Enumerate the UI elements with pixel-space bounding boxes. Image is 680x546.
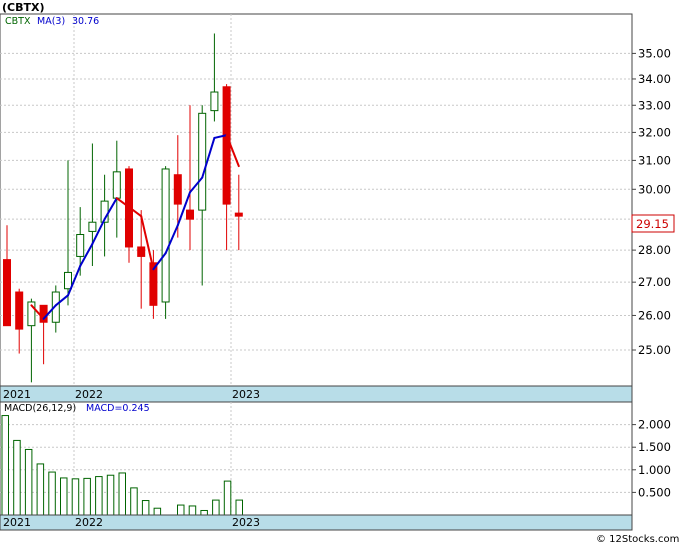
macd-y-tick-label: 2.000 <box>638 418 671 432</box>
macd-bar <box>200 509 208 516</box>
price-y-tick-label: 31.00 <box>638 153 671 167</box>
candle <box>161 166 170 319</box>
macd-bar <box>48 471 56 516</box>
legend-symbol: CBTX <box>5 16 31 27</box>
price-panel: 25.0026.0027.0028.0029.0030.0031.0032.00… <box>0 13 675 403</box>
legend-ma-value: 30.76 <box>72 16 99 27</box>
price-y-tick-label: 30.00 <box>638 182 671 196</box>
macd-bar <box>188 505 197 516</box>
macd-bar <box>223 480 232 516</box>
price-legend: CBTX MA(3) 30.76 <box>5 16 99 27</box>
macd-y-tick-label: 1.000 <box>638 463 671 477</box>
candle-body-down <box>234 212 243 217</box>
macd-bar <box>36 463 45 516</box>
candle-body-up <box>112 171 121 199</box>
macd-bar <box>153 507 162 516</box>
price-y-tick-label: 34.00 <box>638 72 671 86</box>
macd-panel: 0.500 1.000 1.500 2.000 2021 2022 2023 MACD(2… <box>0 401 671 531</box>
macd-bar <box>1 415 9 516</box>
macd-bar <box>141 500 150 516</box>
last-price-label: 29.15 <box>636 217 669 231</box>
macd-bar <box>130 487 138 516</box>
macd-bar <box>118 472 126 516</box>
macd-legend-label: MACD(26,12,9) <box>4 403 76 414</box>
price-y-tick-label: 27.00 <box>638 275 671 289</box>
candle-body-up <box>210 91 219 112</box>
macd-plot-frame <box>0 401 633 531</box>
macd-bar <box>83 477 91 516</box>
price-y-tick-label: 33.00 <box>638 98 671 112</box>
price-y-axis: 25.0026.0027.0028.0029.0030.0031.0032.00… <box>632 46 671 357</box>
candle-body-down <box>173 174 182 205</box>
candle-body-down <box>3 259 11 327</box>
macd-bar <box>13 439 21 516</box>
macd-x-tick-label: 2023 <box>232 516 260 529</box>
macd-bar <box>95 476 103 516</box>
price-y-tick-label: 25.00 <box>638 343 671 357</box>
macd-bar <box>60 477 68 516</box>
macd-bar <box>235 499 243 516</box>
price-y-tick-label: 32.00 <box>638 125 671 139</box>
chart-title: (CBTX) <box>2 1 45 14</box>
candle-body-down <box>186 209 194 220</box>
macd-x-tick-label: 2022 <box>75 516 103 529</box>
macd-bar <box>24 448 33 516</box>
price-x-tick-label: 2021 <box>3 388 31 401</box>
candle-body-up <box>88 221 97 232</box>
macd-bar <box>212 499 220 516</box>
stock-chart: 25.0026.0027.0028.0029.0030.0031.0032.00… <box>0 1 679 545</box>
price-x-tick-label: 2022 <box>75 388 103 401</box>
macd-legend-value: MACD=0.245 <box>86 403 150 414</box>
candle-body-down <box>137 246 146 257</box>
legend-ma-label: MA(3) <box>37 16 65 27</box>
macd-bar <box>71 478 80 516</box>
candle-body-up <box>198 112 207 211</box>
candle-body-up <box>161 168 170 303</box>
macd-y-axis: 0.500 1.000 1.500 2.000 <box>632 418 671 499</box>
macd-y-tick-label: 1.500 <box>638 440 671 454</box>
footer-credit: © 12Stocks.com <box>596 534 679 545</box>
price-plot-frame <box>0 13 633 403</box>
price-y-tick-label: 28.00 <box>638 243 671 257</box>
macd-x-tick-label: 2021 <box>3 516 31 529</box>
candle-body-up <box>64 271 72 290</box>
price-x-tick-label: 2023 <box>232 388 260 401</box>
candle-body-down <box>15 291 24 330</box>
price-y-tick-label: 35.00 <box>638 46 671 60</box>
last-price-marker: 29.15 <box>631 214 675 233</box>
price-y-tick-label: 26.00 <box>638 308 671 322</box>
macd-bar <box>106 474 115 516</box>
macd-y-tick-label: 0.500 <box>638 485 671 499</box>
candle-body-down <box>222 86 231 205</box>
candle-body-up <box>76 234 85 257</box>
macd-bar <box>177 504 185 516</box>
